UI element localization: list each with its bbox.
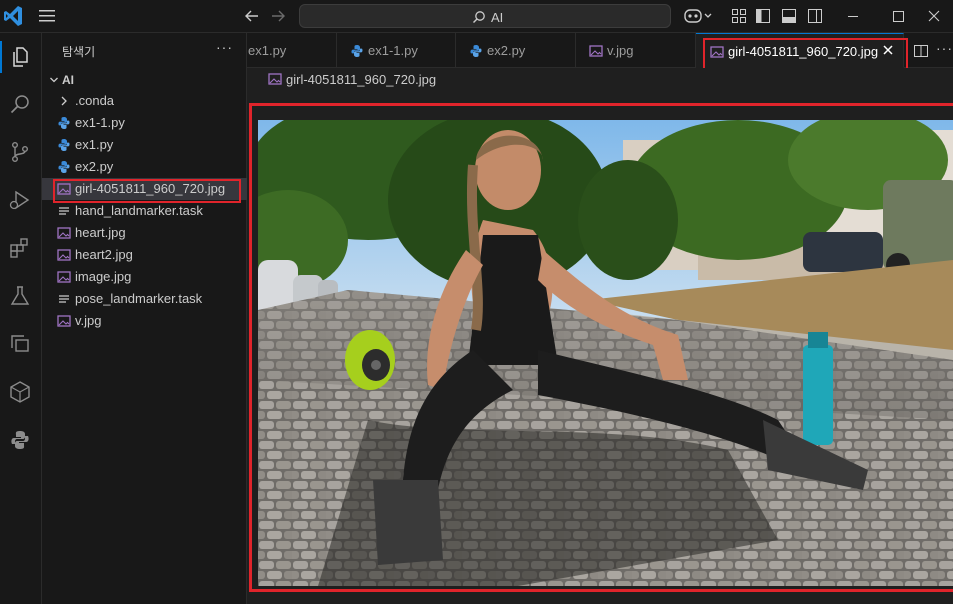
- python-file-icon: [350, 44, 364, 58]
- python-file-icon: [57, 138, 71, 152]
- image-file-icon: [589, 44, 603, 58]
- title-bar: AI: [0, 0, 953, 33]
- tab-label: ex2.py: [487, 43, 526, 58]
- image-file-icon: [57, 270, 71, 284]
- tree-item[interactable]: hand_landmarker.task: [42, 200, 247, 222]
- tree-item[interactable]: .conda: [42, 90, 247, 112]
- tab[interactable]: ex1.py: [247, 33, 337, 68]
- python-file-icon: [57, 116, 71, 130]
- tree-item[interactable]: ex2.py: [42, 156, 247, 178]
- tree-item-label: ex1.py: [75, 137, 114, 152]
- tree-item-label: pose_landmarker.task: [75, 291, 203, 306]
- close-icon: [928, 10, 940, 22]
- tree-item[interactable]: v.jpg: [42, 310, 247, 332]
- copilot-icon: [684, 9, 712, 23]
- active-indicator: [0, 41, 2, 73]
- hamburger-menu-icon[interactable]: [38, 8, 58, 24]
- tree-item[interactable]: heart2.jpg: [42, 244, 247, 266]
- photo-girl-sitting-on-cobblestone: [258, 120, 953, 586]
- tab-label: ex1.py: [248, 43, 287, 58]
- image-preview[interactable]: [258, 120, 953, 586]
- tree-item-label: image.jpg: [75, 269, 132, 284]
- more-actions-icon[interactable]: ···: [936, 40, 953, 56]
- testing-icon[interactable]: [5, 281, 35, 311]
- toggle-sidebar-icon[interactable]: [755, 8, 771, 24]
- minimize-button[interactable]: [830, 0, 876, 33]
- breadcrumb-file-label[interactable]: girl-4051811_960_720.jpg: [286, 72, 436, 87]
- customize-layout-icon[interactable]: [731, 8, 747, 24]
- python-icon[interactable]: [5, 425, 35, 455]
- tab[interactable]: ex1-1.py: [337, 33, 456, 68]
- toggle-secondary-sidebar-icon[interactable]: [807, 8, 823, 24]
- containers-icon[interactable]: [5, 377, 35, 407]
- chevron-right-icon: [57, 94, 71, 108]
- tree-item-label: ex1-1.py: [75, 115, 125, 130]
- tree-root-label: AI: [62, 73, 74, 87]
- tab-label: v.jpg: [607, 43, 634, 58]
- search-text: AI: [491, 9, 504, 25]
- python-file-icon: [469, 44, 483, 58]
- tree-item-label: ex2.py: [75, 159, 114, 174]
- tree-item[interactable]: ex1-1.py: [42, 112, 247, 134]
- tree-root-folder[interactable]: AI: [48, 70, 74, 90]
- command-center-search[interactable]: AI: [299, 4, 671, 28]
- explorer-sidebar: 탐색기 ··· AI .conda ex1-1.py ex1.py ex2.py gir…: [42, 33, 247, 604]
- remote-explorer-icon[interactable]: [5, 329, 35, 359]
- chevron-down-icon: [704, 13, 712, 18]
- activity-bar: [0, 33, 42, 604]
- python-file-icon: [57, 160, 71, 174]
- tree-item-label: .conda: [75, 93, 115, 108]
- tree-item-label: heart2.jpg: [75, 247, 133, 262]
- tree-item-label: v.jpg: [75, 313, 102, 328]
- close-window-button[interactable]: [915, 0, 953, 33]
- tab[interactable]: ex2.py: [456, 33, 576, 68]
- image-file-icon: [57, 226, 71, 240]
- tab-label: ex1-1.py: [368, 43, 418, 58]
- arrow-left-icon[interactable]: [242, 7, 262, 25]
- image-file-icon: [268, 73, 282, 85]
- tree-item[interactable]: pose_landmarker.task: [42, 288, 247, 310]
- vscode-logo-icon[interactable]: [4, 5, 24, 27]
- search-icon[interactable]: [5, 89, 35, 119]
- tree-item-label: heart.jpg: [75, 225, 126, 240]
- toggle-panel-icon[interactable]: [781, 8, 797, 24]
- explorer-icon[interactable]: [5, 42, 35, 72]
- run-debug-icon[interactable]: [5, 185, 35, 215]
- file-lines-icon: [57, 204, 71, 218]
- tree-item[interactable]: image.jpg: [42, 266, 247, 288]
- image-file-icon: [57, 314, 71, 328]
- sidebar-title: 탐색기: [62, 45, 96, 59]
- extensions-icon[interactable]: [5, 233, 35, 263]
- search-icon: [473, 11, 485, 23]
- tree-item-label: hand_landmarker.task: [75, 203, 203, 218]
- split-editor-icon[interactable]: [912, 42, 930, 60]
- breadcrumb: girl-4051811_960_720.jpg: [247, 68, 953, 92]
- chevron-down-icon: [50, 77, 58, 83]
- image-file-icon: [57, 248, 71, 262]
- arrow-right-icon[interactable]: [268, 7, 288, 25]
- minimize-icon: [848, 16, 858, 17]
- copilot-menu[interactable]: [683, 6, 715, 26]
- file-lines-icon: [57, 292, 71, 306]
- highlight-box-sidebar: [53, 179, 241, 203]
- source-control-icon[interactable]: [5, 137, 35, 167]
- tree-item[interactable]: heart.jpg: [42, 222, 247, 244]
- tree-item[interactable]: ex1.py: [42, 134, 247, 156]
- sidebar-more-actions[interactable]: ···: [216, 39, 233, 55]
- tab[interactable]: v.jpg: [576, 33, 696, 68]
